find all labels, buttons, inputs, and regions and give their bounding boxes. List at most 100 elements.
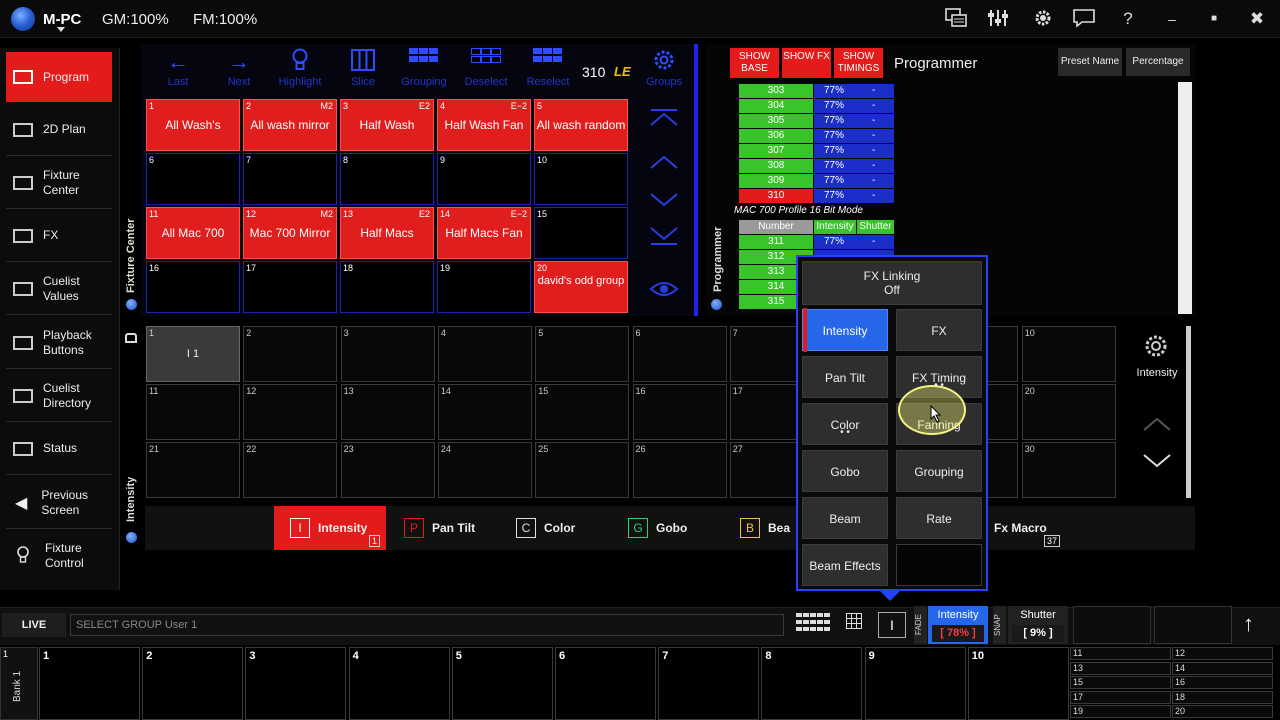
bank-cell[interactable]: 4	[348, 647, 450, 720]
intensity-cell[interactable]: 4	[437, 326, 532, 382]
bank-cell[interactable]: 5	[451, 647, 553, 720]
shutter-value-display[interactable]: Shutter [ 9% ]	[1008, 606, 1068, 644]
bank-mini-cell[interactable]: 19	[1070, 705, 1171, 718]
show-timings-button[interactable]: SHOW TIMINGS	[834, 48, 883, 78]
tab-gobo[interactable]: G Gobo	[612, 506, 724, 550]
programmer-row[interactable]: 304 77% -	[739, 99, 894, 114]
group-cell[interactable]: 6	[146, 153, 240, 205]
bank-cell[interactable]: 8	[761, 647, 863, 720]
intensity-cell[interactable]: 22	[243, 442, 338, 498]
group-cell[interactable]: 2 M2 All wash mirror	[243, 99, 337, 151]
grouping-button[interactable]: Grouping	[394, 48, 454, 94]
chat-icon[interactable]	[1072, 8, 1096, 30]
group-cell[interactable]: 14 E−2 Half Macs Fan	[437, 207, 531, 259]
fx-linking-button[interactable]: FX Linking Off	[802, 261, 982, 305]
programmer-row[interactable]: 310 77% -	[739, 189, 894, 204]
group-cell[interactable]: 19	[437, 261, 531, 313]
group-cell[interactable]: 13 E2 Half Macs	[340, 207, 434, 259]
keypad-icon[interactable]	[796, 613, 830, 637]
popup-button[interactable]: Intensity	[802, 309, 888, 351]
intensity-settings-icon[interactable]	[1142, 333, 1172, 359]
pool-up-icon[interactable]	[1143, 417, 1171, 434]
intensity-cell[interactable]: 24	[437, 442, 532, 498]
intensity-cell[interactable]: 23	[340, 442, 435, 498]
page-top-icon[interactable]	[644, 108, 684, 134]
popup-button[interactable]: Color • •	[802, 403, 888, 445]
popup-button[interactable]: Pan Tilt	[802, 356, 888, 398]
app-logo-icon[interactable]	[11, 7, 35, 31]
intensity-cell[interactable]: 1 I 1	[146, 326, 240, 382]
group-cell[interactable]: 20 david's odd group	[534, 261, 628, 313]
groups-settings-button[interactable]: Groups	[635, 48, 693, 94]
programmer-row[interactable]: 306 77% -	[739, 129, 894, 144]
reselect-button[interactable]: Reselect	[518, 48, 578, 94]
bank-mini-cell[interactable]: 18	[1172, 690, 1273, 704]
group-cell[interactable]: 9	[437, 153, 531, 205]
bank-mini-cell[interactable]: 17	[1070, 690, 1171, 704]
intensity-cell[interactable]: 21	[146, 442, 240, 498]
group-cell[interactable]: 17	[243, 261, 337, 313]
nav-fixture-control[interactable]: Fixture Control	[6, 530, 112, 582]
nav-status[interactable]: Status	[6, 423, 112, 475]
group-cell[interactable]: 15	[534, 207, 628, 259]
popup-button[interactable]: FX	[896, 309, 982, 351]
popup-button[interactable]: Grouping	[896, 450, 982, 492]
group-cell[interactable]: 1 All Wash's	[146, 99, 240, 151]
intensity-cell[interactable]: 20	[1021, 384, 1116, 440]
popup-button[interactable]: Beam Effects	[802, 544, 888, 586]
bank-cell[interactable]: 10	[967, 647, 1069, 720]
show-base-button[interactable]: SHOW BASE	[730, 48, 779, 78]
bank-mini-cell[interactable]: 15	[1070, 676, 1171, 689]
empty-value-slot[interactable]	[1154, 606, 1232, 644]
intensity-cell[interactable]: 3	[340, 326, 435, 382]
tab-pan-tilt[interactable]: P Pan Tilt	[388, 506, 500, 550]
programmer-scrollbar[interactable]	[1178, 82, 1192, 314]
bank-cell[interactable]: 6	[555, 647, 656, 720]
programmer-row[interactable]: 309 77% -	[739, 174, 894, 189]
preset-name-button[interactable]: Preset Name	[1058, 48, 1122, 76]
intensity-cell[interactable]: 6	[632, 326, 727, 382]
percentage-button[interactable]: Percentage	[1126, 48, 1190, 76]
lock-icon[interactable]	[125, 333, 137, 343]
tab-color[interactable]: C Color	[500, 506, 612, 550]
grid-icon[interactable]	[838, 613, 870, 637]
empty-value-slot[interactable]	[1073, 606, 1151, 644]
maximize-icon[interactable]: ■	[1202, 8, 1226, 30]
nav-2d-plan[interactable]: 2D Plan	[6, 104, 112, 156]
group-cell[interactable]: 12 M2 Mac 700 Mirror	[243, 207, 337, 259]
bank-mini-cell[interactable]: 20	[1172, 705, 1273, 718]
programmer-row[interactable]: 308 77% -	[739, 159, 894, 174]
sliders-icon[interactable]	[986, 8, 1010, 30]
group-cell[interactable]: 11 All Mac 700	[146, 207, 240, 259]
intensity-cell[interactable]: 14	[437, 384, 532, 440]
fade-toggle[interactable]: FADE	[914, 606, 927, 644]
pool-down-icon[interactable]	[1143, 453, 1171, 472]
group-cell[interactable]: 4 E−2 Half Wash Fan	[437, 99, 531, 151]
intensity-value-display[interactable]: Intensity [ 78% ]	[928, 606, 988, 644]
command-line-input[interactable]: SELECT GROUP User 1	[70, 614, 784, 636]
bank-mini-cell[interactable]: 16	[1172, 676, 1273, 689]
bank-mini-cell[interactable]: 13	[1070, 661, 1171, 675]
next-button[interactable]: → Next	[209, 48, 269, 94]
popup-button[interactable]: Rate	[896, 497, 982, 539]
intensity-scrollbar[interactable]	[1186, 326, 1191, 498]
intensity-cell[interactable]: 13	[340, 384, 435, 440]
bank-mini-cell[interactable]: 12	[1172, 647, 1273, 660]
last-button[interactable]: ← Last	[148, 48, 208, 94]
intensity-cell[interactable]: 2	[243, 326, 338, 382]
live-button[interactable]: LIVE	[2, 613, 66, 637]
programmer-row[interactable]: 303 77% -	[739, 84, 894, 99]
slice-button[interactable]: Slice	[333, 48, 393, 94]
bank-cell[interactable]: 3	[245, 647, 347, 720]
minimize-icon[interactable]: –	[1160, 8, 1184, 30]
programmer-dot-icon[interactable]	[711, 299, 722, 310]
programmer-row[interactable]: 305 77% -	[739, 114, 894, 129]
nav-playback-buttons[interactable]: Playback Buttons	[6, 317, 112, 369]
nav-cuelist-directory[interactable]: Cuelist Directory	[6, 370, 112, 422]
popup-button[interactable]: Beam	[802, 497, 888, 539]
programmer-row[interactable]: 307 77% -	[739, 144, 894, 159]
intensity-cell[interactable]: 12	[243, 384, 338, 440]
bank-cell[interactable]: 2	[142, 647, 244, 720]
group-cell[interactable]: 8	[340, 153, 434, 205]
page-bottom-icon[interactable]	[644, 226, 684, 252]
